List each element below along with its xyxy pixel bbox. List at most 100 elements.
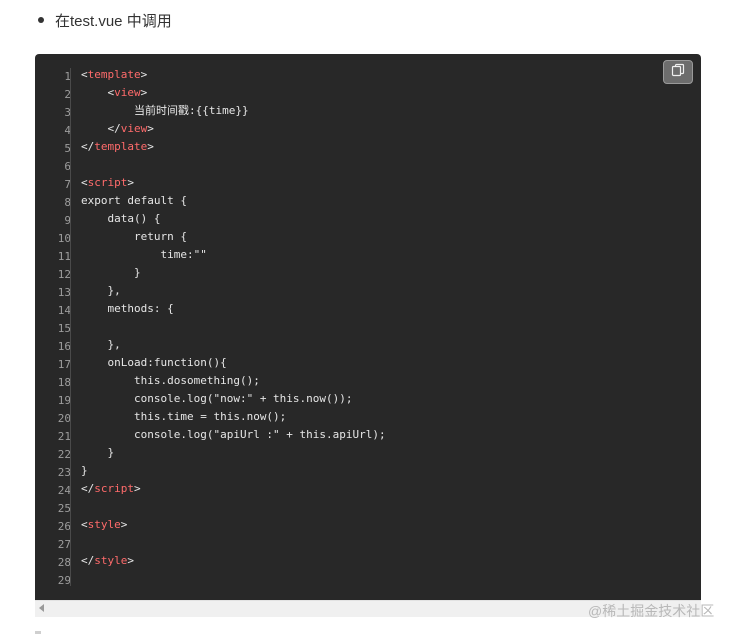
copy-button[interactable]	[663, 60, 693, 84]
tag-bracket-open: </	[81, 482, 95, 495]
line-number: 20	[57, 412, 71, 425]
tag-name: script	[94, 482, 134, 495]
line-number: 23	[57, 466, 71, 479]
tag-bracket-open: </	[107, 122, 121, 135]
tag-bracket-close: >	[127, 176, 134, 189]
page-marker	[35, 631, 41, 634]
code-line: data() {	[81, 210, 386, 228]
code-text: }	[107, 446, 115, 459]
list-item: 在test.vue 中调用	[38, 9, 172, 31]
line-number: 11	[57, 250, 71, 263]
tag-bracket-open: </	[81, 554, 95, 567]
line-number: 1	[64, 70, 71, 83]
line-number: 29	[57, 574, 71, 587]
code-text: console.log("now:" + this.now());	[133, 392, 353, 405]
line-number: 8	[64, 196, 71, 209]
tag-bracket-close: >	[127, 554, 134, 567]
code-line: <view>	[81, 84, 386, 102]
line-number: 14	[57, 304, 71, 317]
line-number: 12	[57, 268, 71, 281]
tag-name: style	[94, 554, 128, 567]
code-line: return {	[81, 228, 386, 246]
code-text: }	[81, 464, 88, 477]
code-line: <template>	[81, 66, 386, 84]
code-line: 当前时间戳:{{time}}	[81, 102, 386, 120]
line-number: 15	[57, 322, 71, 335]
line-number: 26	[57, 520, 71, 533]
line-number: 6	[64, 160, 71, 173]
code-text: data() {	[107, 212, 161, 225]
code-text: },	[107, 284, 121, 297]
line-number: 7	[64, 178, 71, 191]
code-line: this.time = this.now();	[81, 408, 386, 426]
code-line: </template>	[81, 138, 386, 156]
line-number: 3	[64, 106, 71, 119]
code-line: export default {	[81, 192, 386, 210]
gutter-divider	[70, 68, 71, 586]
line-number-gutter: 1 2 3 4 5 6 7 8 9 10 11 12 13 14 15 16 17 18 19 20 21 22 23 24 2…	[35, 68, 71, 590]
tag-bracket-open: <	[81, 518, 88, 531]
code-line: </script>	[81, 480, 386, 498]
tag-bracket-close: >	[134, 482, 141, 495]
line-number: 16	[57, 340, 71, 353]
code-line: }	[81, 264, 386, 282]
tag-bracket-open: </	[81, 140, 95, 153]
code-text: time:""	[160, 248, 207, 261]
tag-name: view	[120, 122, 148, 135]
line-number: 13	[57, 286, 71, 299]
watermark: @稀土掘金技术社区	[588, 603, 715, 619]
line-number: 28	[57, 556, 71, 569]
tag-name: template	[87, 68, 141, 81]
code-line: </style>	[81, 552, 386, 570]
tag-bracket-open: <	[81, 68, 88, 81]
tag-name: template	[94, 140, 148, 153]
tag-bracket-open: <	[81, 176, 88, 189]
code-text: 当前时间戳:{{time}}	[133, 104, 249, 117]
code-line: }	[81, 444, 386, 462]
code-line: console.log("now:" + this.now());	[81, 390, 386, 408]
code-line: <script>	[81, 174, 386, 192]
heading-text: 在test.vue 中调用	[55, 12, 172, 30]
code-line: }	[81, 462, 386, 480]
line-number: 9	[64, 214, 71, 227]
line-number: 22	[57, 448, 71, 461]
line-number: 19	[57, 394, 71, 407]
code-line: onLoad:function(){	[81, 354, 386, 372]
code-line: },	[81, 336, 386, 354]
code-text: this.time = this.now();	[133, 410, 287, 423]
tag-bracket-close: >	[140, 86, 148, 99]
code-line: this.dosomething();	[81, 372, 386, 390]
code-text: }	[133, 266, 141, 279]
tag-name: style	[87, 518, 121, 531]
code-content[interactable]: <template> <view> 当前时间戳:{{time}} </view>…	[81, 66, 386, 588]
tag-bracket-close: >	[140, 68, 148, 81]
code-text: },	[107, 338, 121, 351]
code-line: time:""	[81, 246, 386, 264]
line-number: 4	[64, 124, 71, 137]
line-number: 17	[57, 358, 71, 371]
tag-name: script	[87, 176, 128, 189]
line-number: 24	[57, 484, 71, 497]
scroll-left-icon[interactable]	[39, 604, 44, 612]
line-number: 21	[57, 430, 71, 443]
tag-bracket-close: >	[147, 140, 154, 153]
code-text: this.dosomething();	[133, 374, 260, 387]
bullet-icon	[38, 17, 44, 23]
